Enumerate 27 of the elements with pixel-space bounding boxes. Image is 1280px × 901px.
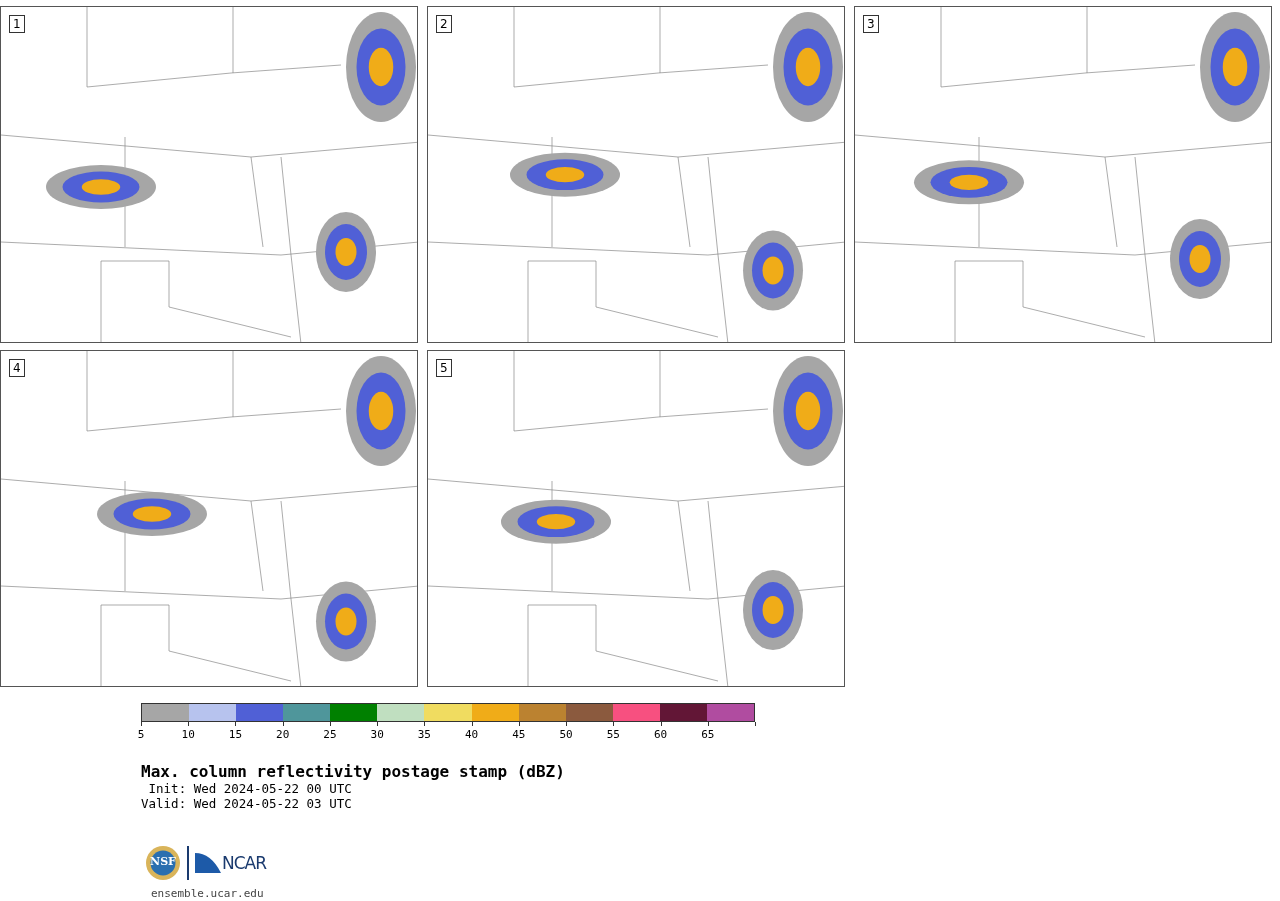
- seal-icon: [145, 845, 181, 881]
- tick-label: 65: [701, 728, 715, 741]
- tick-label: 20: [276, 728, 290, 741]
- logo-text: NCAR: [222, 853, 267, 873]
- panel-number: 2: [436, 15, 452, 33]
- tick-label: 35: [417, 728, 431, 741]
- tick-label: 5: [137, 728, 145, 741]
- init-time: Init: Wed 2024-05-22 00 UTC: [147, 781, 352, 796]
- tick-label: 40: [465, 728, 479, 741]
- panel-number: 3: [863, 15, 879, 33]
- panel-number: 5: [436, 359, 452, 377]
- tick-label: 60: [653, 728, 668, 741]
- panel-number: 1: [9, 15, 25, 33]
- tick-label: 30: [370, 728, 384, 741]
- tick-label: 55: [606, 728, 620, 741]
- tick-label: 10: [181, 728, 195, 741]
- panel-number: 4: [9, 359, 25, 377]
- divider-line: [187, 846, 189, 880]
- tick-label: 50: [559, 728, 573, 741]
- logo-text: NSF: [149, 855, 177, 868]
- chart-title: Max. column reflectivity postage stamp (dBZ): [141, 762, 566, 781]
- tick-label: 15: [228, 728, 243, 741]
- valid-time: Valid: Wed 2024-05-22 03 UTC: [141, 796, 352, 811]
- tick-label: 25: [323, 728, 337, 741]
- site-url: ensemble.ucar.edu: [151, 887, 264, 900]
- tick-label: 45: [512, 728, 526, 741]
- swoosh-icon: [195, 853, 221, 873]
